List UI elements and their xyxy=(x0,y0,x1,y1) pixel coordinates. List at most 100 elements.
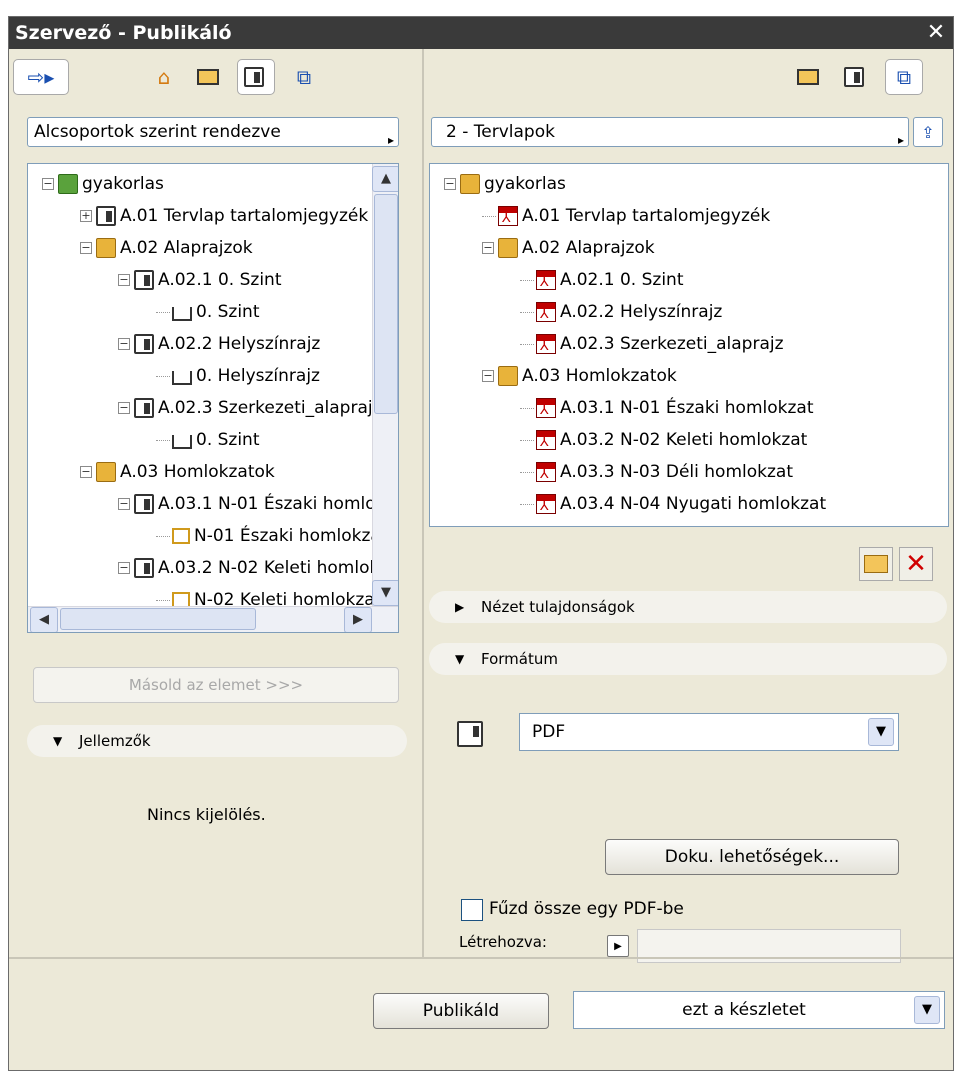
left-tree-row[interactable]: N-01 Északi homlokzat xyxy=(156,520,388,552)
publish-button[interactable]: Publikáld xyxy=(373,993,549,1029)
project-map-button[interactable]: ⌂ xyxy=(145,59,183,95)
collapse-icon[interactable]: − xyxy=(80,242,92,254)
left-tree-row[interactable]: − gyakorlas xyxy=(42,168,164,200)
dropdown-arrow-icon: ▸ xyxy=(387,133,394,147)
window-title: Szervező - Publikáló xyxy=(9,17,953,49)
expand-icon[interactable]: + xyxy=(80,210,92,222)
publisher-sets-icon: ⧉ xyxy=(896,65,912,89)
right-tree-row[interactable]: A.03.3 N-03 Déli homlokzat xyxy=(520,456,793,488)
left-tree-row[interactable]: − A.03.1 N-01 Északi homlokzat xyxy=(118,488,398,520)
left-tree-row[interactable]: 0. Szint xyxy=(156,424,260,456)
format-header[interactable]: ▼ Formátum xyxy=(429,643,947,675)
source-tree: − gyakorlas + A.01 Tervlap tartalomjegyzék −… xyxy=(27,163,399,633)
horizontal-scrollbar[interactable]: ◀ ▶ xyxy=(28,606,398,632)
right-view-map-button[interactable] xyxy=(789,59,827,95)
publisher-set-dropdown[interactable]: 2 - Tervlapok ▸ xyxy=(431,117,909,147)
right-layout-book-button[interactable] xyxy=(837,59,875,95)
left-tree-row[interactable]: − A.03 Homlokzatok xyxy=(80,456,275,488)
close-icon[interactable]: ✕ xyxy=(925,22,947,44)
publisher-window: Szervező - Publikáló ✕ ⇨▸ ⌂ ⧉ Alcsoporto… xyxy=(8,16,954,1071)
collapse-icon[interactable]: − xyxy=(80,466,92,478)
right-tree-label: A.02.1 0. Szint xyxy=(560,270,684,290)
left-tree-label: A.02.1 0. Szint xyxy=(158,270,282,290)
collapse-icon[interactable]: − xyxy=(118,338,130,350)
scroll-thumb-vertical[interactable] xyxy=(374,194,398,414)
right-tree-label: A.03 Homlokzatok xyxy=(522,366,677,386)
scroll-thumb-horizontal[interactable] xyxy=(60,608,256,630)
view-properties-header[interactable]: ▶ Nézet tulajdonságok xyxy=(429,591,947,623)
collapse-icon[interactable]: − xyxy=(118,274,130,286)
collapse-icon[interactable]: − xyxy=(118,498,130,510)
right-tree-row[interactable]: A.02.1 0. Szint xyxy=(520,264,684,296)
scroll-right-icon[interactable]: ▶ xyxy=(344,607,372,632)
publisher-sets-button[interactable]: ⧉ xyxy=(285,59,323,95)
collapse-icon[interactable]: − xyxy=(482,370,494,382)
left-tree-row[interactable]: − A.03.2 N-02 Keleti homlokzat xyxy=(118,552,398,584)
publish-mode-button[interactable]: ⇨▸ xyxy=(13,59,69,95)
right-tree-label: A.01 Tervlap tartalomjegyzék xyxy=(522,206,771,226)
left-tree-row[interactable]: − A.02.3 Szerkezeti_alaprajz xyxy=(118,392,382,424)
right-tree-row[interactable]: A.02.2 Helyszínrajz xyxy=(520,296,722,328)
collapse-icon[interactable]: − xyxy=(482,242,494,254)
left-tree-label: 0. Szint xyxy=(196,302,260,322)
right-publisher-sets-button[interactable]: ⧉ xyxy=(885,59,923,95)
properties-header[interactable]: ▼ Jellemzők xyxy=(27,725,407,757)
new-folder-button[interactable] xyxy=(859,547,893,581)
copy-element-button[interactable]: Másold az elemet >>> xyxy=(33,667,399,703)
layout-book-button[interactable] xyxy=(237,59,275,95)
tree-connector xyxy=(520,471,534,473)
left-tree-row[interactable]: − A.02 Alaprajzok xyxy=(80,232,253,264)
sheet-icon xyxy=(134,270,154,290)
chevron-down-icon: ▼ xyxy=(914,996,940,1024)
scroll-down-icon[interactable]: ▼ xyxy=(372,580,398,606)
view-map-button[interactable] xyxy=(189,59,227,95)
right-tree-label: A.03.4 N-04 Nyugati homlokzat xyxy=(560,494,827,514)
left-tree-row[interactable]: − A.02.2 Helyszínrajz xyxy=(118,328,320,360)
right-tree-row[interactable]: − gyakorlas xyxy=(444,168,566,200)
created-browse-button[interactable]: ▶ xyxy=(607,935,629,957)
left-tree-row[interactable]: + A.01 Tervlap tartalomjegyzék xyxy=(80,200,368,232)
floorplan-icon xyxy=(172,307,192,321)
doc-options-button[interactable]: Doku. lehetőségek... xyxy=(605,839,899,875)
sheet-icon xyxy=(134,334,154,354)
right-tree-row[interactable]: A.02.3 Szerkezeti_alaprajz xyxy=(520,328,784,360)
book-icon xyxy=(58,174,78,194)
set-properties-button[interactable]: ⇪ xyxy=(913,117,943,147)
floorplan-icon xyxy=(172,371,192,385)
tree-connector xyxy=(520,503,534,505)
sheet-icon xyxy=(96,206,116,226)
collapse-icon[interactable]: − xyxy=(444,178,456,190)
folder-view-icon xyxy=(797,69,819,85)
right-tree-row[interactable]: A.01 Tervlap tartalomjegyzék xyxy=(482,200,770,232)
layout-book-icon xyxy=(844,67,864,87)
right-tree-row[interactable]: − A.03 Homlokzatok xyxy=(482,360,677,392)
collapse-icon[interactable]: − xyxy=(118,562,130,574)
tree-connector xyxy=(520,343,534,345)
vertical-scrollbar[interactable]: ▲ ▼ xyxy=(372,164,398,608)
right-tree-row[interactable]: − A.02 Alaprajzok xyxy=(482,232,655,264)
right-tree-row[interactable]: A.03.1 N-01 Északi homlokzat xyxy=(520,392,814,424)
publish-scope-value: ezt a készletet xyxy=(682,1000,806,1020)
scroll-up-icon[interactable]: ▲ xyxy=(372,166,398,192)
delete-button[interactable]: ✕ xyxy=(899,547,933,581)
right-tree-label: gyakorlas xyxy=(484,174,566,194)
publish-scope-select[interactable]: ezt a készletet ▼ xyxy=(573,991,945,1029)
right-tree-label: A.03.3 N-03 Déli homlokzat xyxy=(560,462,793,482)
left-tree-row[interactable]: − A.02.1 0. Szint xyxy=(118,264,282,296)
right-tree-row[interactable]: A.03.2 N-02 Keleti homlokzat xyxy=(520,424,807,456)
right-tree-row[interactable]: A.03.4 N-04 Nyugati homlokzat xyxy=(520,488,826,520)
dropdown-arrow-icon: ▸ xyxy=(897,133,904,147)
no-selection-text: Nincs kijelölés. xyxy=(147,805,266,824)
sort-dropdown[interactable]: Alcsoportok szerint rendezve ▸ xyxy=(27,117,399,147)
left-tree-row[interactable]: 0. Helyszínrajz xyxy=(156,360,320,392)
left-tree-row[interactable]: 0. Szint xyxy=(156,296,260,328)
scroll-left-icon[interactable]: ◀ xyxy=(30,607,58,632)
layout-book-icon xyxy=(244,67,264,87)
sort-dropdown-value: Alcsoportok szerint rendezve xyxy=(34,122,281,142)
left-tree-label: gyakorlas xyxy=(82,174,164,194)
merge-pdf-checkbox[interactable] xyxy=(461,899,483,921)
collapse-icon[interactable]: − xyxy=(118,402,130,414)
pdf-icon xyxy=(536,302,556,322)
format-select[interactable]: PDF ▼ xyxy=(519,713,899,751)
collapse-icon[interactable]: − xyxy=(42,178,54,190)
